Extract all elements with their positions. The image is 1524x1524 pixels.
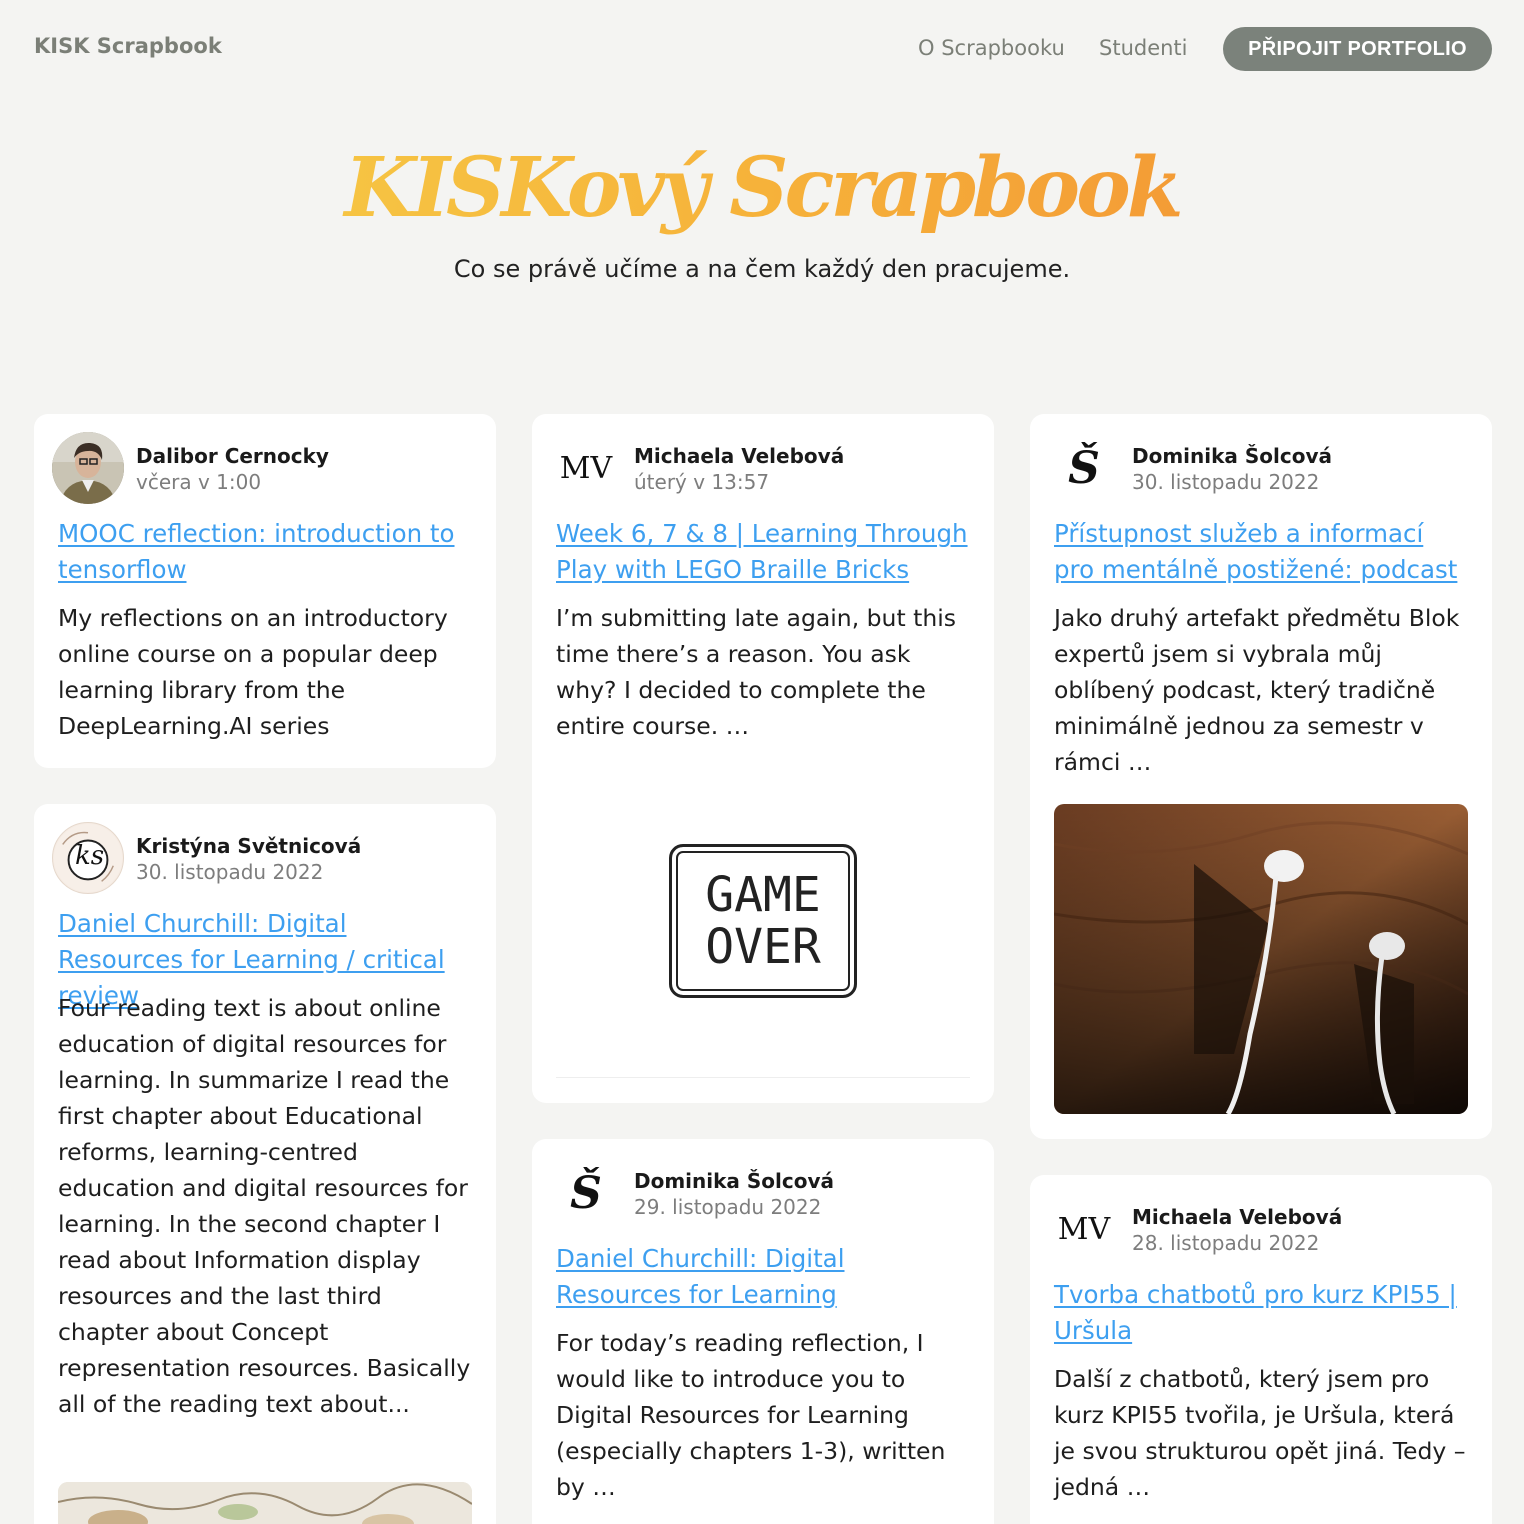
page-title: KISKový Scrapbook: [0, 138, 1524, 238]
post-date: 30. listopadu 2022: [136, 860, 324, 884]
avatar[interactable]: Š: [550, 1157, 622, 1229]
avatar[interactable]: Š: [1048, 432, 1120, 504]
author-name[interactable]: Michaela Velebová: [1132, 1205, 1342, 1229]
game-over-sign-icon: GAME OVER: [669, 844, 857, 998]
avatar[interactable]: MV: [1048, 1193, 1120, 1265]
post-image[interactable]: [1054, 804, 1468, 1114]
avatar-initials: ks: [75, 841, 105, 871]
post-date: 28. listopadu 2022: [1132, 1231, 1320, 1255]
post-title-link[interactable]: Přístupnost služeb a informací pro mentá…: [1054, 516, 1468, 588]
top-navigation: KISK Scrapbook O Scrapbooku Studenti PŘI…: [0, 0, 1524, 100]
post-date: včera v 1:00: [136, 470, 262, 494]
game-over-line-2: OVER: [705, 919, 821, 975]
post-card: MV Michaela Velebová úterý v 13:57 Week …: [532, 414, 994, 1103]
nav-link-students[interactable]: Studenti: [1099, 36, 1188, 60]
brand-logo-link[interactable]: KISK Scrapbook: [34, 34, 222, 58]
post-date: 29. listopadu 2022: [634, 1195, 822, 1219]
post-title-link[interactable]: Week 6, 7 & 8 | Learning Through Play wi…: [556, 516, 970, 588]
post-title-link[interactable]: Tvorba chatbotů pro kurz KPI55 | Uršula: [1054, 1277, 1468, 1349]
post-title-link[interactable]: Daniel Churchill: Digital Resources for …: [556, 1241, 970, 1313]
post-image[interactable]: GAME OVER: [556, 768, 970, 1078]
post-image[interactable]: [58, 1482, 472, 1524]
avatar[interactable]: MV: [550, 432, 622, 504]
game-over-line-1: GAME: [705, 867, 821, 923]
avatar[interactable]: ks: [52, 822, 124, 894]
page-subtitle: Co se právě učíme a na čem každý den pra…: [453, 255, 1071, 283]
avatar[interactable]: [52, 432, 124, 504]
author-name[interactable]: Dominika Šolcová: [1132, 444, 1332, 468]
post-excerpt: I’m submitting late again, but this time…: [556, 604, 957, 740]
image-divider: [556, 1077, 970, 1078]
post-card: ks Kristýna Světnicová 30. listopadu 202…: [34, 804, 496, 1524]
post-card: Š Dominika Šolcová 29. listopadu 2022 Da…: [532, 1139, 994, 1524]
nav-link-about[interactable]: O Scrapbooku: [918, 36, 1065, 60]
earphones-photo-icon: [1054, 804, 1468, 1114]
post-excerpt: For today’s reading reflection, I would …: [556, 1329, 946, 1501]
author-photo-icon: [52, 432, 124, 504]
author-name[interactable]: Dominika Šolcová: [634, 1169, 834, 1193]
post-card: MV Michaela Velebová 28. listopadu 2022 …: [1030, 1175, 1492, 1524]
author-name[interactable]: Kristýna Světnicová: [136, 834, 361, 858]
post-excerpt: Jako druhý artefakt předmětu Blok expert…: [1054, 604, 1460, 776]
post-date: 30. listopadu 2022: [1132, 470, 1320, 494]
post-card: Dalibor Cernocky včera v 1:00 MOOC refle…: [34, 414, 496, 768]
post-excerpt: Další z chatbotů, který jsem pro kurz KP…: [1054, 1365, 1466, 1501]
post-excerpt: My reflections on an introductory online…: [58, 604, 448, 740]
author-name[interactable]: Michaela Velebová: [634, 444, 844, 468]
cover-photo-icon: [58, 1482, 472, 1524]
post-date: úterý v 13:57: [634, 470, 770, 494]
author-name[interactable]: Dalibor Cernocky: [136, 444, 329, 468]
post-excerpt: Four reading text is about online educat…: [58, 994, 471, 1418]
post-title-link[interactable]: MOOC reflection: introduction to tensorf…: [58, 516, 472, 588]
connect-portfolio-button[interactable]: PŘIPOJIT PORTFOLIO: [1223, 27, 1492, 71]
post-card: Š Dominika Šolcová 30. listopadu 2022 Př…: [1030, 414, 1492, 1139]
